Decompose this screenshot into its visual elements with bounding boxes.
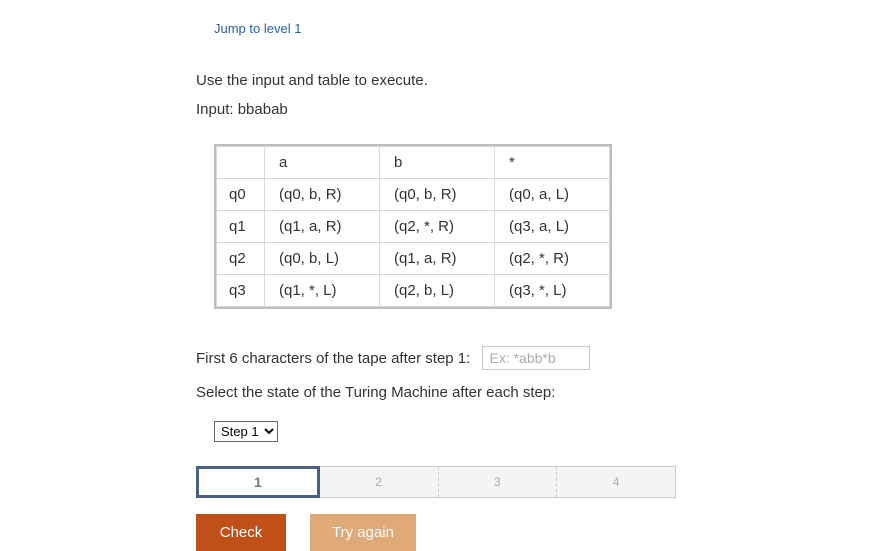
step-cell-3[interactable]: 3 — [439, 467, 558, 497]
state-prompt-label: Select the state of the Turing Machine a… — [196, 384, 555, 401]
table-cell: (q1, *, L) — [265, 275, 380, 307]
instruction-text: Use the input and table to execute. — [196, 72, 841, 89]
table-row: q1 (q1, a, R) (q2, *, R) (q3, a, L) — [217, 211, 610, 243]
table-cell: (q0, b, L) — [265, 243, 380, 275]
table-header-row: a b * — [217, 147, 610, 179]
table-row: q2 (q0, b, L) (q1, a, R) (q2, *, R) — [217, 243, 610, 275]
input-text: Input: bbabab — [196, 101, 841, 118]
table-cell: (q3, a, L) — [495, 211, 610, 243]
table-cell: (q1, a, R) — [380, 243, 495, 275]
table-cell: (q0, b, R) — [265, 179, 380, 211]
step-cell-2[interactable]: 2 — [320, 467, 439, 497]
table-cell: (q2, b, L) — [380, 275, 495, 307]
table-header-a: a — [265, 147, 380, 179]
row-label: q2 — [217, 243, 265, 275]
row-label: q3 — [217, 275, 265, 307]
table-row: q3 (q1, *, L) (q2, b, L) (q3, *, L) — [217, 275, 610, 307]
table-cell: (q2, *, R) — [495, 243, 610, 275]
table-cell: (q2, *, R) — [380, 211, 495, 243]
tape-prompt-label: First 6 characters of the tape after ste… — [196, 350, 470, 367]
table-header-b: b — [380, 147, 495, 179]
table-cell: (q3, *, L) — [495, 275, 610, 307]
jump-to-level-link[interactable]: Jump to level 1 — [214, 21, 301, 36]
row-label: q0 — [217, 179, 265, 211]
transition-table: a b * q0 (q0, b, R) (q0, b, R) (q0, a, L… — [214, 144, 612, 309]
row-label: q1 — [217, 211, 265, 243]
step-cell-1[interactable]: 1 — [196, 466, 320, 498]
step-select[interactable]: Step 1 — [214, 421, 278, 442]
step-cell-4[interactable]: 4 — [557, 467, 675, 497]
table-row: q0 (q0, b, R) (q0, b, R) (q0, a, L) — [217, 179, 610, 211]
table-cell: (q1, a, R) — [265, 211, 380, 243]
tape-input[interactable] — [482, 346, 590, 370]
table-header-blank — [217, 147, 265, 179]
table-cell: (q0, a, L) — [495, 179, 610, 211]
table-cell: (q0, b, R) — [380, 179, 495, 211]
table-header-star: * — [495, 147, 610, 179]
try-again-button[interactable]: Try again — [310, 514, 416, 551]
steps-bar: 1 2 3 4 — [196, 466, 676, 498]
check-button[interactable]: Check — [196, 514, 286, 551]
